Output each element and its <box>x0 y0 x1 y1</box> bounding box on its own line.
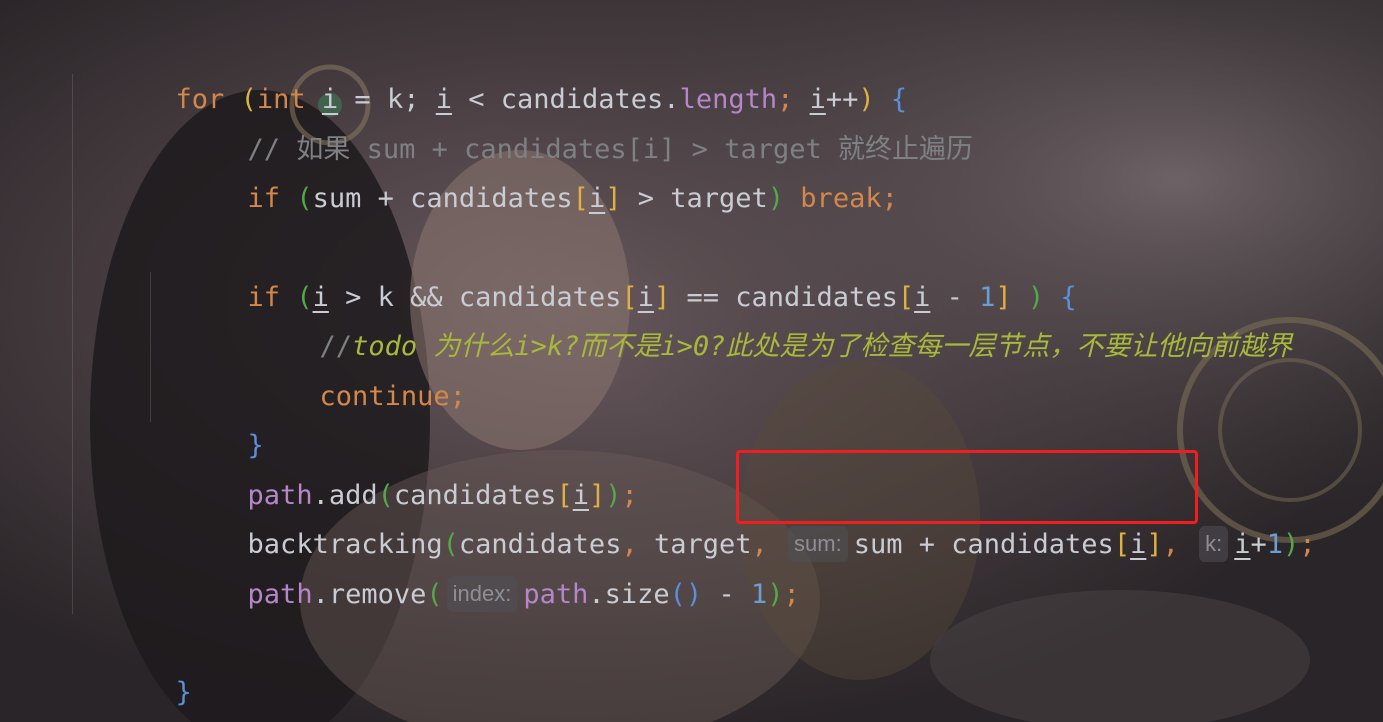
semicolon: ; <box>1299 528 1316 560</box>
number: 1 <box>750 578 768 610</box>
parameter-hint-k: k: <box>1199 525 1229 562</box>
semicolon: ; <box>449 380 466 412</box>
semicolon: ; <box>881 182 898 214</box>
paren-open: ( <box>280 182 313 214</box>
number: 1 <box>1266 528 1284 560</box>
paren-close: ) <box>1283 528 1300 560</box>
semicolon: ; <box>783 578 800 610</box>
paren-open: ( <box>426 578 443 610</box>
code-line-8: path.add(candidates[i]); <box>150 421 638 511</box>
code-line-6: continue; <box>222 322 466 412</box>
code-line-12: } <box>6 668 120 718</box>
code-line-2: // 如果 sum + candidates[i] > target 就终止遍历 <box>150 75 973 165</box>
bracket-close: ] <box>605 182 622 214</box>
code-text: sum + candidates <box>312 182 573 214</box>
keyword-break: break <box>784 182 882 214</box>
method-size: .size <box>588 578 670 610</box>
paren-close: ) <box>767 578 784 610</box>
field-path: path <box>523 578 589 610</box>
variable-i: i <box>1234 528 1251 560</box>
method-remove: .remove <box>312 578 427 610</box>
variable-i: i <box>1130 528 1147 560</box>
code-line-4: if (i > k && candidates[i] == candidates… <box>150 223 1077 313</box>
code-line-3: if (sum + candidates[i] > target) break; <box>150 124 898 214</box>
code-editor[interactable]: for (int i = k; i < candidates.length; i… <box>0 0 1383 722</box>
code-line-1: for (int i = k; i < candidates.length; i… <box>78 25 908 115</box>
code-text: sum + candidates <box>853 528 1114 560</box>
code-line-7: } <box>150 371 264 461</box>
code-text: - <box>702 578 751 610</box>
bracket-open: [ <box>1113 528 1131 560</box>
field-path: path <box>247 578 313 610</box>
code-line-5: //todo 为什么i>k?而不是i>0?此处是为了检查每一层节点，不要让他向前… <box>222 272 1293 362</box>
variable-i: i <box>588 182 606 214</box>
brace-close: } <box>175 676 192 708</box>
code-line-10: path.remove(index: path.size() - 1); <box>150 520 800 612</box>
bracket-open: [ <box>572 182 589 214</box>
paren-close: ) <box>767 182 785 214</box>
paren-pair: () <box>669 578 703 610</box>
code-area[interactable]: for (int i = k; i < candidates.length; i… <box>0 0 1383 722</box>
keyword-continue: continue <box>319 380 450 412</box>
annotation-highlight-box <box>736 450 1198 524</box>
keyword-if: if <box>247 182 281 214</box>
comma: , <box>1162 528 1196 560</box>
code-line-11: } <box>78 618 192 708</box>
todo-comment: todo 为什么i>k?而不是i>0?此处是为了检查每一层节点，不要让他向前越界 <box>352 330 1293 362</box>
bracket-close: ] <box>1146 528 1163 560</box>
code-text: > target <box>621 182 768 214</box>
parameter-hint-index: index: <box>446 575 518 612</box>
code-text: + <box>1250 528 1267 560</box>
